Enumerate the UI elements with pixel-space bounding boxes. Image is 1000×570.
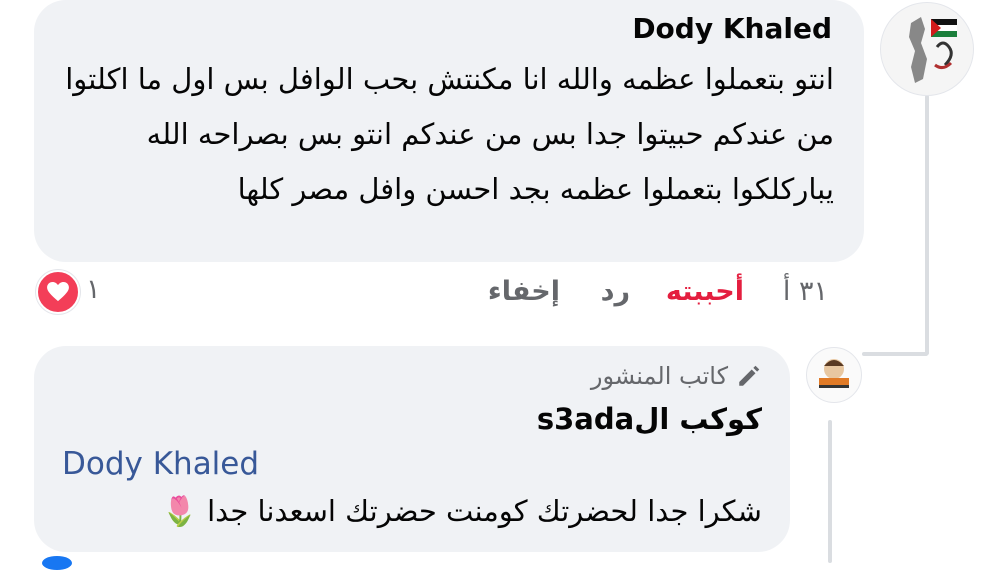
reply-bubble: كاتب المنشور كوكب الs3ada Dody Khaled شك… [34, 346, 790, 552]
comment-author[interactable]: Dody Khaled [632, 12, 832, 45]
comment-text: انتو بتعملوا عظمه والله انا مكنتش بحب ال… [65, 62, 834, 206]
author-badge: كاتب المنشور [591, 362, 762, 390]
avatar[interactable] [880, 2, 974, 96]
tulip-emoji: 🌷 [161, 494, 198, 528]
heart-icon [36, 270, 80, 314]
reply-text: شكرا جدا لحضرتك كومنت حضرتك اسعدنا جدا 🌷 [162, 494, 762, 529]
thread-line [925, 95, 929, 355]
reaction-summary[interactable]: ١ [36, 270, 101, 314]
avatar-reply[interactable] [806, 347, 862, 403]
mention-link[interactable]: Dody Khaled [62, 446, 259, 482]
reply-author[interactable]: كوكب الs3ada [537, 402, 762, 436]
thread-line [828, 420, 832, 563]
pencil-icon [739, 365, 760, 386]
next-avatar-partial [42, 556, 72, 570]
hide-action[interactable]: إخفاء [488, 276, 560, 307]
thread-line [862, 352, 928, 356]
comment-bubble: Dody Khaled انتو بتعملوا عظمه والله انا … [34, 0, 864, 262]
reply-text-body: شكرا جدا لحضرتك كومنت حضرتك اسعدنا جدا [207, 494, 762, 528]
avatar-profile-icon [881, 3, 973, 95]
reaction-count: ١ [86, 274, 101, 305]
comment-time[interactable]: ٣١ أ [783, 276, 828, 307]
like-action[interactable]: أحببته [666, 276, 744, 307]
reply-action[interactable]: رد [601, 276, 630, 307]
comment-actions: ٣١ أ أحببته رد إخفاء [0, 276, 1000, 316]
author-badge-label: كاتب المنشور [590, 362, 728, 390]
page-avatar-icon [807, 348, 861, 402]
